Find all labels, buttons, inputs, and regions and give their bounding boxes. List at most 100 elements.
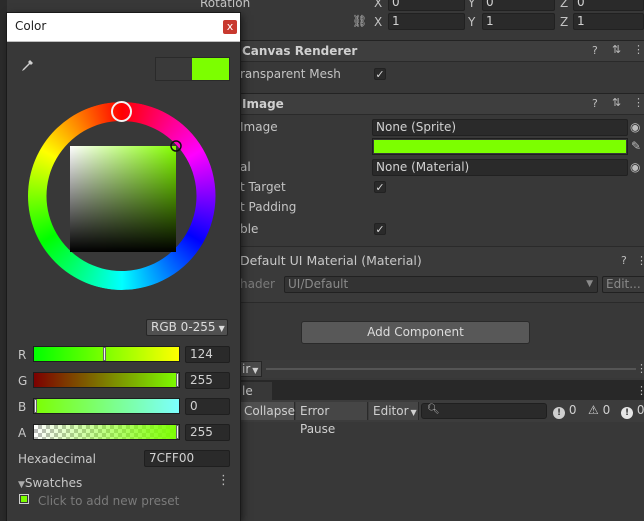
clear-dropdown[interactable]: ir ▼ bbox=[240, 361, 262, 377]
warning-count[interactable]: ⚠ 0 bbox=[588, 403, 610, 417]
more-icon[interactable]: ⋮ bbox=[636, 255, 644, 267]
image-header[interactable]: Image ? ⇅ ⋮ bbox=[240, 93, 644, 115]
cull-transparent-label: ransparent Mesh bbox=[240, 67, 341, 81]
dropdown-arrow-icon: ▼ bbox=[252, 366, 259, 375]
raycast-target-label: t Target bbox=[240, 180, 286, 194]
r-value-field[interactable]: 124 bbox=[185, 346, 230, 363]
previous-color[interactable] bbox=[156, 58, 192, 80]
error-pause-button[interactable]: Error Pause bbox=[296, 402, 368, 436]
a-slider[interactable] bbox=[33, 424, 180, 440]
axis-y-label-2: Y bbox=[468, 15, 476, 29]
scale-x-field[interactable]: 1 bbox=[388, 13, 465, 30]
search-icon: 🔍︎ bbox=[427, 404, 440, 415]
rotation-x-field[interactable]: 0 bbox=[388, 0, 465, 11]
r-slider-thumb[interactable] bbox=[103, 347, 106, 361]
more-icon[interactable]: ⋮ bbox=[633, 97, 644, 109]
b-slider-thumb[interactable] bbox=[34, 399, 37, 413]
swatches-label: Swatches bbox=[24, 476, 83, 490]
shader-value: UI/Default bbox=[288, 277, 349, 291]
g-label: G bbox=[18, 374, 28, 388]
scale-y-field[interactable]: 1 bbox=[482, 13, 555, 30]
add-component-button[interactable]: Add Component bbox=[301, 321, 530, 344]
source-image-label: Image bbox=[240, 120, 278, 134]
swatches-foldout[interactable]: ▼Swatches bbox=[18, 476, 82, 490]
raycast-target-checkbox[interactable]: ✓ bbox=[374, 181, 386, 194]
console-tab-bar bbox=[240, 380, 644, 400]
editor-dropdown[interactable]: Editor ▼ bbox=[369, 402, 419, 420]
saturation-value-square[interactable] bbox=[70, 146, 176, 252]
axis-z-label-2: Z bbox=[560, 15, 569, 29]
color-picker-window: Color x RGB 0-255 ▼ R 124 G 255 B 0 A 25… bbox=[7, 13, 240, 521]
rotation-y-field[interactable]: 0 bbox=[482, 0, 555, 11]
more-icon[interactable]: ⋮ bbox=[217, 474, 230, 487]
link-icon[interactable]: ⛓ bbox=[352, 15, 367, 27]
editor-label: Editor bbox=[373, 404, 409, 418]
divider bbox=[240, 302, 644, 303]
maskable-checkbox[interactable]: ✓ bbox=[374, 223, 386, 236]
warning-icon: ⚠ bbox=[588, 403, 599, 417]
hierarchy-strip bbox=[0, 0, 7, 521]
color-picker-titlebar[interactable]: Color x bbox=[7, 13, 240, 42]
source-image-field[interactable]: None (Sprite) bbox=[372, 119, 628, 136]
presets-icon[interactable]: ⇅ bbox=[612, 97, 621, 109]
console-tab[interactable]: le bbox=[240, 382, 272, 400]
image-title: Image bbox=[242, 97, 284, 111]
g-slider-thumb[interactable] bbox=[176, 373, 179, 387]
object-picker-icon[interactable]: ◉ bbox=[630, 121, 640, 133]
add-preset-swatch[interactable] bbox=[19, 494, 29, 504]
collapse-button[interactable]: Collapse bbox=[240, 402, 295, 420]
error-count[interactable]: ! 0 bbox=[621, 403, 644, 419]
color-picker-title: Color bbox=[15, 19, 47, 33]
presets-icon[interactable]: ⇅ bbox=[612, 44, 621, 56]
hexadecimal-field[interactable]: 7CFF00 bbox=[144, 450, 230, 467]
canvas-renderer-title: Canvas Renderer bbox=[242, 44, 358, 58]
help-icon[interactable]: ? bbox=[621, 255, 627, 267]
rotation-label: Rotation bbox=[200, 0, 251, 10]
eyedropper-icon[interactable] bbox=[19, 58, 35, 74]
color-mode-dropdown[interactable]: RGB 0-255 ▼ bbox=[146, 319, 228, 336]
raycast-padding-label[interactable]: t Padding bbox=[240, 200, 296, 214]
color-mode-label: RGB 0-255 bbox=[151, 320, 216, 334]
cull-transparent-checkbox[interactable]: ✓ bbox=[374, 68, 386, 81]
rotation-z-field[interactable]: 0 bbox=[573, 0, 644, 11]
console-search-input[interactable]: 🔍︎ bbox=[421, 403, 547, 419]
scale-z-field[interactable]: 1 bbox=[573, 13, 644, 30]
splitter[interactable] bbox=[266, 368, 636, 370]
b-label: B bbox=[18, 400, 27, 414]
g-slider[interactable] bbox=[33, 372, 180, 388]
hue-wheel[interactable] bbox=[7, 81, 240, 311]
close-button[interactable]: x bbox=[223, 20, 237, 34]
more-icon[interactable]: ⋮ bbox=[636, 363, 644, 375]
material-label: al bbox=[240, 160, 251, 174]
error-icon: ! bbox=[621, 407, 633, 419]
dropdown-arrow-icon: ▼ bbox=[218, 324, 225, 333]
r-slider[interactable] bbox=[33, 346, 180, 362]
edit-button[interactable]: Edit... bbox=[602, 276, 644, 293]
log-count[interactable]: ! 0 bbox=[553, 403, 576, 419]
axis-z-label: Z bbox=[560, 0, 569, 10]
object-picker-icon[interactable]: ◉ bbox=[630, 161, 640, 173]
a-label: A bbox=[18, 426, 27, 440]
eyedropper-icon[interactable]: ✎ bbox=[631, 140, 641, 152]
axis-y-label: Y bbox=[468, 0, 476, 10]
g-value-field[interactable]: 255 bbox=[185, 372, 230, 389]
help-icon[interactable]: ? bbox=[592, 98, 598, 110]
a-value-field[interactable]: 255 bbox=[185, 424, 230, 441]
warning-count-value: 0 bbox=[602, 403, 611, 417]
material-field[interactable]: None (Material) bbox=[372, 159, 628, 176]
current-color bbox=[192, 58, 229, 80]
help-icon[interactable]: ? bbox=[592, 45, 598, 57]
clear-label: ir bbox=[242, 362, 251, 376]
hue-handle[interactable] bbox=[111, 101, 132, 122]
material-title: Default UI Material (Material) bbox=[240, 253, 422, 268]
color-field[interactable] bbox=[372, 138, 628, 155]
more-icon[interactable]: ⋮ bbox=[633, 44, 644, 56]
add-preset-hint[interactable]: Click to add new preset bbox=[38, 494, 179, 508]
info-icon: ! bbox=[553, 407, 565, 419]
canvas-renderer-header[interactable]: Canvas Renderer ? ⇅ ⋮ bbox=[240, 40, 644, 62]
a-slider-thumb[interactable] bbox=[176, 425, 179, 439]
b-slider[interactable] bbox=[33, 398, 180, 414]
more-icon[interactable]: ⋮ bbox=[636, 385, 644, 397]
shader-dropdown[interactable]: UI/Default ▼ bbox=[284, 276, 598, 293]
b-value-field[interactable]: 0 bbox=[185, 398, 230, 415]
